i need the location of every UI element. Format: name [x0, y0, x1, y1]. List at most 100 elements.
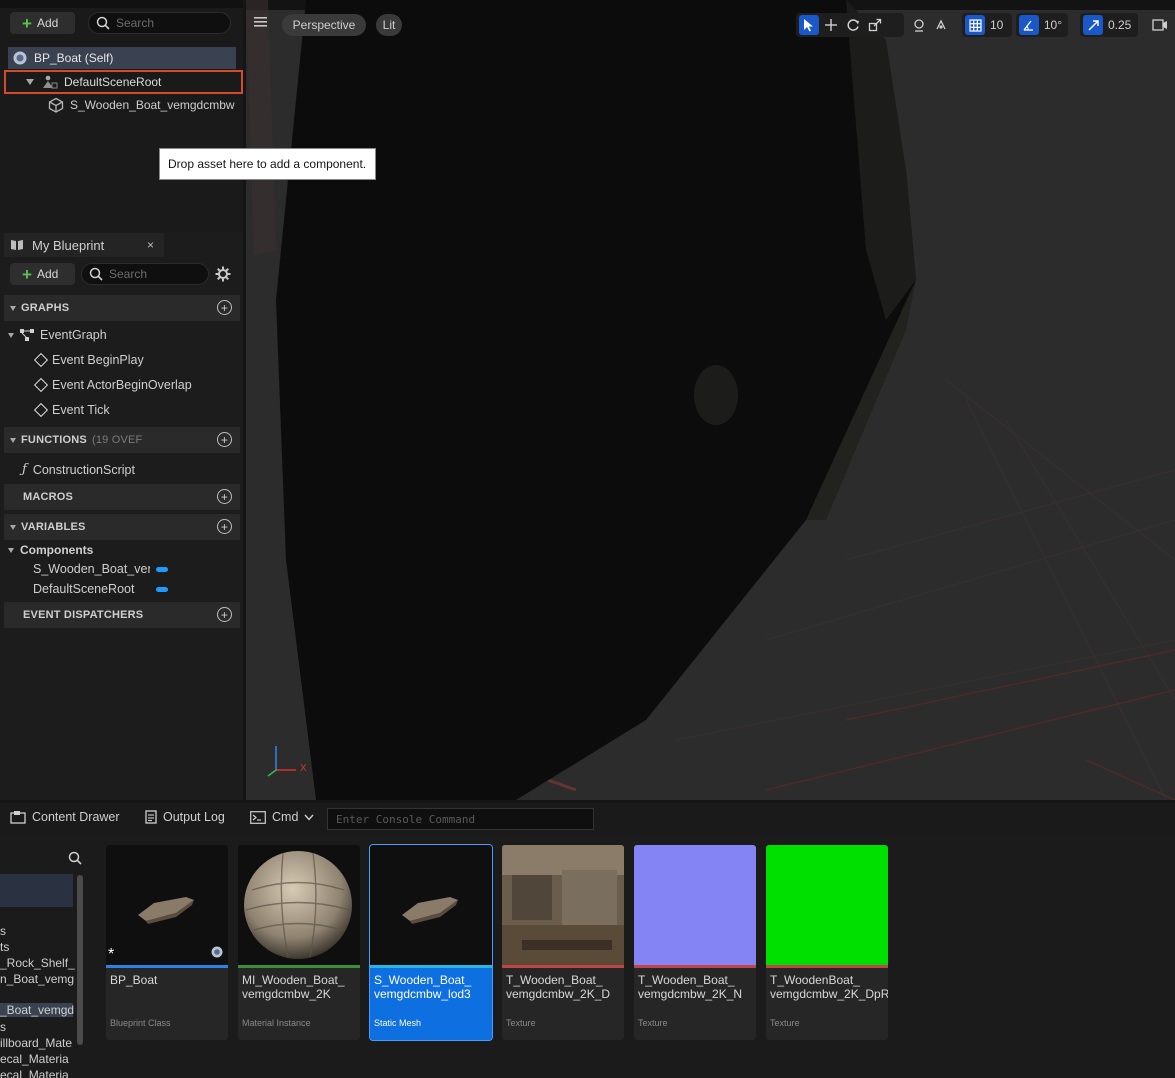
- folder-item-selected[interactable]: _Boat_vemgd: [0, 1003, 74, 1017]
- asset-type: Texture: [770, 1018, 800, 1028]
- viewport[interactable]: X Perspective Lit 10 10° 0.25: [246, 0, 1175, 800]
- folder-item[interactable]: illboard_Mate: [0, 1036, 72, 1050]
- components-search-placeholder: Search: [116, 16, 155, 30]
- content-drawer: s ts _Rock_Shelf_ n_Boat_vemg _Boat_vemg…: [0, 835, 1175, 1078]
- folder-search-input[interactable]: [0, 847, 88, 869]
- output-log-button[interactable]: Output Log: [145, 810, 225, 824]
- tab-my-blueprint-label: My Blueprint: [32, 237, 105, 253]
- component-tree-root-label: DefaultSceneRoot: [64, 75, 162, 89]
- asset-type-bar: [766, 965, 888, 968]
- search-icon: [68, 851, 82, 865]
- axis-x-label: X: [300, 763, 307, 774]
- collapse-arrow-icon: [10, 437, 16, 443]
- asset-thumbnail: [238, 845, 360, 965]
- add-graph-icon[interactable]: +: [217, 300, 232, 315]
- components-tab-strip: [0, 0, 243, 8]
- section-event-dispatchers-label: EVENT DISPATCHERS: [23, 609, 144, 621]
- add-macro-icon[interactable]: +: [217, 489, 232, 504]
- folder-item[interactable]: ecal_Materia: [0, 1068, 69, 1078]
- rotation-snap-icon[interactable]: [1019, 15, 1039, 35]
- component-tree-self[interactable]: BP_Boat (Self): [8, 47, 236, 69]
- section-macros[interactable]: MACROS +: [4, 484, 240, 510]
- search-icon: [89, 267, 103, 281]
- add-function-icon[interactable]: +: [217, 432, 232, 447]
- lit-button[interactable]: Lit: [376, 14, 402, 36]
- variable-item-root[interactable]: DefaultSceneRoot: [33, 582, 168, 596]
- folder-scrollbar[interactable]: [77, 875, 83, 1045]
- folder-item[interactable]: ts: [0, 940, 9, 954]
- components-panel: + Add Search BP_Boat (Self) DefaultScene…: [0, 0, 243, 232]
- scale-tool-icon[interactable]: [865, 15, 885, 35]
- folder-selected-row[interactable]: [0, 874, 73, 907]
- scale-snap-group[interactable]: 0.25: [1080, 13, 1138, 37]
- event-diamond-icon: [33, 377, 49, 393]
- variable-type-pill-icon: [156, 566, 168, 572]
- asset-card-t-wooden-boat-n[interactable]: T_Wooden_Boat_ vemgdcmbw_2K_N Texture: [634, 845, 756, 1040]
- perspective-button[interactable]: Perspective: [282, 14, 366, 36]
- event-item-tick[interactable]: Event Tick: [33, 402, 110, 418]
- diffuse-texture-icon: [502, 845, 624, 965]
- section-functions[interactable]: FUNCTIONS (19 OVEF +: [4, 427, 240, 453]
- add-component-button[interactable]: + Add: [10, 12, 75, 34]
- event-graph-item[interactable]: EventGraph: [8, 328, 107, 342]
- scene-root-icon: [43, 75, 58, 89]
- component-tree-static-mesh[interactable]: S_Wooden_Boat_vemgdcmbw: [48, 94, 238, 116]
- event-item-actorbeginoverlap[interactable]: Event ActorBeginOverlap: [33, 377, 192, 393]
- scale-snap-icon[interactable]: [1083, 15, 1103, 35]
- section-graphs-label: GRAPHS: [21, 302, 70, 314]
- hamburger-menu-icon[interactable]: [254, 16, 268, 31]
- variable-item-mesh[interactable]: S_Wooden_Boat_ver: [33, 562, 168, 576]
- section-graphs[interactable]: GRAPHS +: [4, 295, 240, 321]
- folder-item[interactable]: n_Boat_vemg: [0, 972, 74, 986]
- camera-speed-icon[interactable]: [1152, 18, 1168, 35]
- add-variable-icon[interactable]: +: [217, 519, 232, 534]
- search-icon: [96, 16, 110, 30]
- grid-snap-group[interactable]: 10: [962, 13, 1012, 37]
- move-tool-icon[interactable]: [821, 15, 841, 35]
- section-variables-label: VARIABLES: [21, 521, 86, 533]
- construction-script-item[interactable]: ƒ ConstructionScript: [22, 462, 135, 477]
- folder-item[interactable]: ecal_Materia: [0, 1052, 69, 1066]
- expand-arrow-icon: [8, 547, 14, 553]
- variables-category-components[interactable]: Components: [8, 543, 93, 557]
- asset-card-s-wooden-boat[interactable]: S_Wooden_Boat_ vemgdcmbw_lod3 Static Mes…: [369, 844, 493, 1041]
- content-drawer-button[interactable]: Content Drawer: [10, 810, 120, 824]
- settings-gear-icon[interactable]: [215, 266, 231, 285]
- section-event-dispatchers[interactable]: EVENT DISPATCHERS +: [4, 602, 240, 628]
- rotation-snap-group[interactable]: 10°: [1016, 13, 1068, 37]
- world-space-icon[interactable]: [909, 15, 929, 35]
- folder-item[interactable]: s: [0, 1020, 6, 1034]
- component-tree-default-scene-root[interactable]: DefaultSceneRoot: [4, 70, 243, 94]
- rotate-tool-icon[interactable]: [843, 15, 863, 35]
- asset-type-bar: [238, 965, 360, 968]
- cmd-dropdown[interactable]: Cmd: [250, 810, 314, 824]
- functions-override-count: (19 OVEF: [91, 434, 143, 446]
- event-item-beginplay[interactable]: Event BeginPlay: [33, 352, 144, 368]
- asset-card-t-wooden-boat-d[interactable]: T_Wooden_Boat_ vemgdcmbw_2K_D Texture: [502, 845, 624, 1040]
- asset-type-bar: [370, 965, 492, 968]
- asset-name: T_Wooden_Boat_ vemgdcmbw_2K_N: [638, 973, 743, 1001]
- folder-item[interactable]: s: [0, 924, 6, 938]
- asset-thumbnail: [502, 845, 624, 965]
- folder-item[interactable]: _Rock_Shelf_: [0, 956, 75, 970]
- grid-snap-value: 10: [990, 18, 1004, 32]
- asset-card-mi-wooden-boat[interactable]: MI_Wooden_Boat_ vemgdcmbw_2K Material In…: [238, 845, 360, 1040]
- components-search-input[interactable]: Search: [88, 12, 231, 34]
- asset-card-t-woodenboat-dpr[interactable]: T_WoodenBoat_ vemgdcmbw_2K_DpR Texture: [766, 845, 888, 1040]
- grid-snap-icon[interactable]: [965, 15, 985, 35]
- asset-thumbnail: [634, 845, 756, 965]
- asset-type: Texture: [638, 1018, 668, 1028]
- asset-card-bp-boat[interactable]: * BP_Boat Blueprint Class: [106, 845, 228, 1040]
- section-variables[interactable]: VARIABLES +: [4, 514, 240, 540]
- tab-my-blueprint[interactable]: My Blueprint ×: [4, 233, 164, 257]
- add-event-dispatcher-icon[interactable]: +: [217, 607, 232, 622]
- console-command-input[interactable]: Enter Console Command: [327, 808, 594, 830]
- output-log-label: Output Log: [163, 810, 225, 824]
- content-drawer-label: Content Drawer: [32, 810, 120, 824]
- select-tool-icon[interactable]: [799, 15, 819, 35]
- add-member-button[interactable]: + Add: [10, 263, 75, 285]
- surface-snap-icon[interactable]: [931, 15, 951, 35]
- close-icon[interactable]: ×: [147, 238, 154, 252]
- my-blueprint-search-input[interactable]: Search: [81, 263, 209, 285]
- material-sphere-icon: [244, 851, 352, 959]
